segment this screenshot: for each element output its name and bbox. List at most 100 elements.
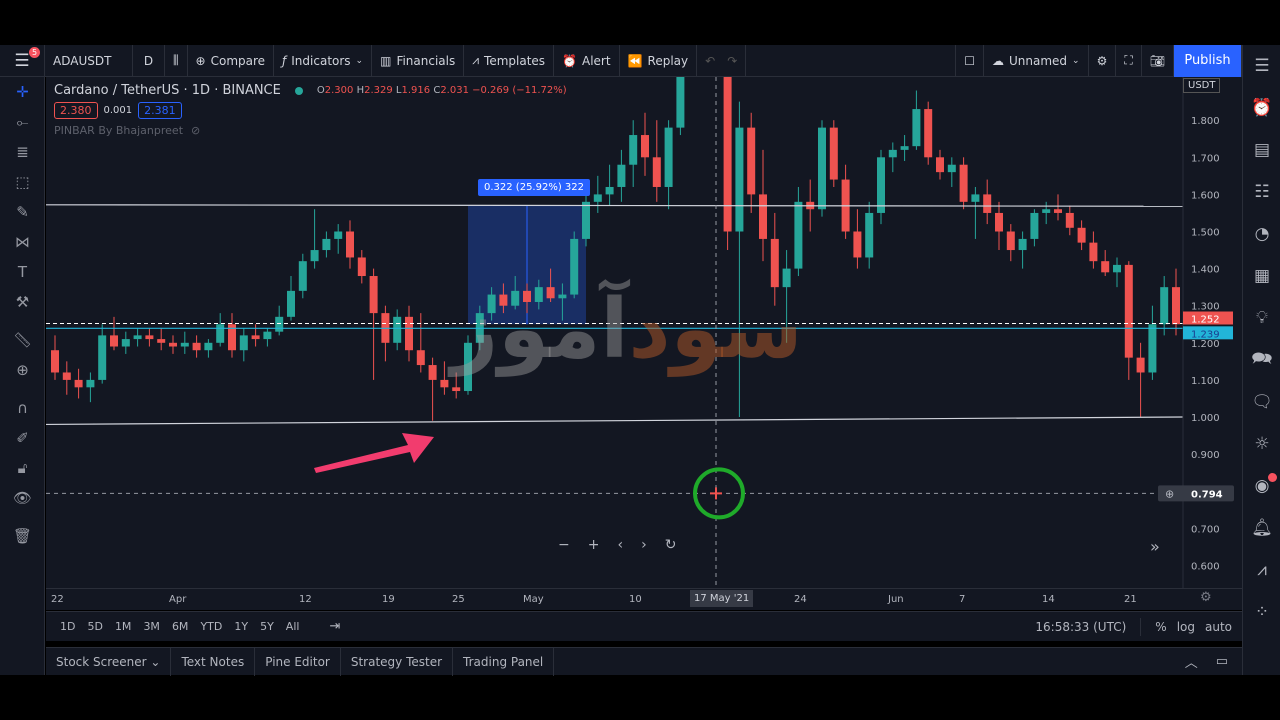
fullscreen-button[interactable]: ⛶ [1116, 44, 1142, 77]
range-button-6m[interactable]: 6M [172, 620, 189, 633]
hidden-eye-icon[interactable]: ⊘ [191, 124, 200, 137]
candle-body [145, 335, 154, 340]
zoom-in-button[interactable]: + [588, 537, 600, 553]
candle-body [641, 135, 649, 158]
chats-button[interactable]: 🗪 [1243, 339, 1280, 381]
trading-button[interactable]: ⩘ [1243, 549, 1280, 591]
tab-text-notes[interactable]: Text Notes [171, 647, 256, 676]
ideas-button[interactable]: 💡︎ [1243, 297, 1280, 339]
candle-body [133, 335, 142, 340]
layout-select-button[interactable]: ☐ [955, 44, 984, 77]
chart-type-button[interactable]: ⫼ [165, 44, 188, 77]
interval-label: D [143, 53, 154, 68]
layout-name-button[interactable]: ☁ Unnamed ⌄ [984, 44, 1089, 77]
zoom-tool[interactable]: ⊕ [0, 355, 45, 385]
percent-toggle[interactable]: % [1155, 620, 1166, 634]
interval-button[interactable]: D [133, 44, 165, 77]
templates-button[interactable]: ⩘ Templates [464, 44, 555, 77]
calendar-button[interactable]: ◔ [1243, 213, 1280, 255]
range-button-5d[interactable]: 5D [87, 620, 102, 633]
scroll-right-button[interactable]: › [641, 537, 647, 553]
scroll-to-end-button[interactable]: » [1150, 537, 1160, 556]
alerts-button[interactable]: ⏰ [1243, 87, 1280, 129]
tab-pine-editor[interactable]: Pine Editor [255, 647, 341, 676]
hotlists-button[interactable]: ☷ [1243, 171, 1280, 213]
range-button-1y[interactable]: 1Y [234, 620, 248, 633]
calendar-grid-button[interactable]: ▦ [1243, 255, 1280, 297]
time-tick: 19 [382, 594, 395, 605]
currency-label[interactable]: USDT [1183, 78, 1221, 93]
trend-line-tool[interactable]: ⟜ [0, 107, 45, 137]
undo-icon[interactable]: ↶ [705, 54, 715, 68]
live-button[interactable]: ◉ [1243, 465, 1280, 507]
zoom-out-button[interactable]: − [558, 537, 570, 553]
menu-button[interactable]: ☰ 5 [0, 44, 45, 77]
axis-settings-gear-icon[interactable]: ⚙ [1200, 590, 1212, 605]
indicators-button[interactable]: ƒ Indicators ⌄ [274, 44, 373, 77]
square-icon: ☐ [964, 53, 975, 68]
candle-body [204, 342, 213, 351]
add-alert-plus-icon[interactable]: ⊕ [1165, 487, 1174, 500]
resistance-line[interactable] [46, 204, 1184, 207]
range-button-ytd[interactable]: YTD [200, 620, 222, 633]
hide-tool[interactable]: 👁︎ [0, 483, 45, 513]
dom-button[interactable]: ⁘ [1243, 591, 1280, 633]
crosshair-tool[interactable]: ✛ [0, 77, 45, 107]
data-window-button[interactable]: ▤ [1243, 129, 1280, 171]
stay-drawing-tool[interactable]: ✐ [0, 423, 45, 453]
settings-button[interactable]: ⚙ [1089, 44, 1117, 77]
drawing-toolbar: ✛ ⟜ ≣ ⬚ ✎ ⋈ T ⚒ 📏︎ ⊕ ∩ ✐ 🔓︎ 👁︎ 🗑︎ [0, 77, 45, 675]
text-tool[interactable]: T [0, 257, 45, 287]
candle-body [593, 194, 602, 202]
candle-body [428, 365, 437, 380]
financials-button[interactable]: ▥ Financials [372, 44, 465, 77]
scroll-left-button[interactable]: ‹ [617, 537, 623, 553]
auto-toggle[interactable]: auto [1205, 620, 1232, 634]
clock[interactable]: 16:58:33 (UTC) [1035, 620, 1126, 634]
pattern-tool[interactable]: ⋈ [0, 227, 45, 257]
time-tick: 22 [51, 594, 64, 605]
reset-icon[interactable]: ↻ [665, 537, 677, 553]
time-axis[interactable]: 22 Apr 12 19 25 May 10 24 Jun 7 14 21 17 May '21 [46, 588, 1242, 610]
chart-nav-controls: − + ‹ › ↻ [558, 537, 676, 553]
symbol-search[interactable]: ADAUSDT [45, 44, 133, 77]
shapes-tool[interactable]: ⬚ [0, 167, 45, 197]
magnet-tool[interactable]: ∩ [0, 393, 45, 423]
fib-tool[interactable]: ≣ [0, 137, 45, 167]
remove-tool[interactable]: 🗑︎ [0, 521, 45, 551]
bell-icon: 🔔︎ [1251, 518, 1273, 538]
redo-icon[interactable]: ↷ [727, 54, 737, 68]
tab-stock-screener[interactable]: Stock Screener ⌄ [46, 647, 172, 676]
measure-tool[interactable]: 📏︎ [0, 325, 45, 355]
range-button-5y[interactable]: 5Y [260, 620, 274, 633]
publish-button[interactable]: Publish [1174, 44, 1242, 77]
collapse-panel-icon[interactable]: ︿ [1185, 652, 1198, 671]
chat-button[interactable]: 🗨︎ [1243, 381, 1280, 423]
snapshot-button[interactable]: 📷︎ [1142, 44, 1174, 77]
prediction-tool[interactable]: ⚒ [0, 287, 45, 317]
streams-button[interactable]: ☼ [1243, 423, 1280, 465]
range-button-all[interactable]: All [286, 620, 300, 633]
chart-pane[interactable]: 1.800 1.700 1.600 1.500 1.400 1.300 1.200 1.100… [46, 77, 1242, 588]
candle-body [239, 335, 248, 351]
compare-button[interactable]: ⊕ Compare [188, 44, 275, 77]
replay-button[interactable]: ⏪ Replay [620, 44, 698, 77]
undo-redo: ↶ ↷ [697, 44, 747, 77]
tab-trading-panel[interactable]: Trading Panel [453, 647, 555, 676]
maximize-panel-icon[interactable]: ▭ [1216, 654, 1228, 669]
lock-tool[interactable]: 🔓︎ [0, 453, 45, 483]
sell-button[interactable]: 2.380 [54, 102, 98, 119]
alert-button[interactable]: ⏰ Alert [554, 44, 620, 77]
range-button-1d[interactable]: 1D [60, 620, 75, 633]
tab-strategy-tester[interactable]: Strategy Tester [341, 647, 454, 676]
notifications-button[interactable]: 🔔︎ [1243, 507, 1280, 549]
buy-button[interactable]: 2.381 [138, 102, 182, 119]
chart-up-icon: ⩘ [1257, 560, 1267, 580]
range-button-3m[interactable]: 3M [143, 620, 160, 633]
support-line[interactable] [46, 416, 1184, 426]
range-button-1m[interactable]: 1M [115, 620, 132, 633]
watchlist-button[interactable]: ☰ [1243, 45, 1280, 87]
goto-date-icon[interactable]: ⇥ [329, 619, 340, 634]
brush-tool[interactable]: ✎ [0, 197, 45, 227]
log-toggle[interactable]: log [1177, 620, 1195, 634]
